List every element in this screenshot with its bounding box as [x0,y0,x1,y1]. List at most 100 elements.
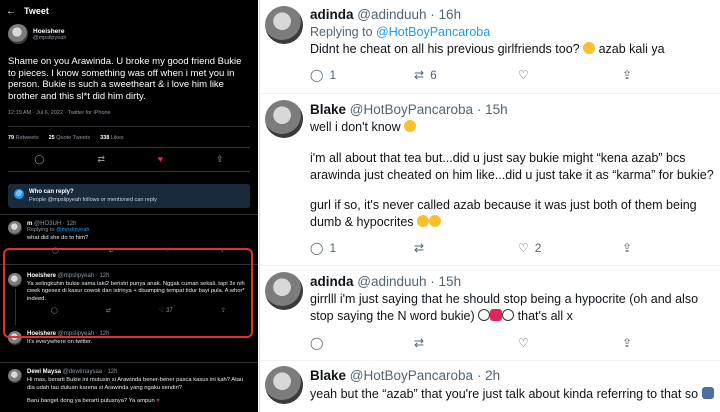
avatar[interactable] [8,272,22,287]
grimace-emoji-icon [404,120,417,132]
reply-icon[interactable]: ◯ [51,307,58,314]
main-tweet-author: Hoeishere @mpslipyeah [8,24,250,44]
likes-stat[interactable]: 338 Likes [100,135,124,141]
reply-name: Hoeishere [27,330,57,337]
emoji-icon [583,42,596,54]
like-action[interactable]: ♡ [518,68,622,82]
tweet-text-2: i'm all about that tea but...did u just … [310,151,714,182]
reply-handle: @mpslipyeah · 12h [57,272,110,279]
heart-icon[interactable]: ♡ [164,247,169,254]
likes-count[interactable]: ♡ 37 [159,307,173,314]
avatar[interactable] [8,221,22,235]
retweet-icon: ⇄ [414,241,425,255]
who-can-reply-subtitle: People @mpslipyeah follows or mentioned … [29,197,157,203]
retweet-icon: ⇄ [414,336,425,350]
eye-emoji-icon [502,309,515,321]
share-action[interactable]: ⇪ [622,68,720,82]
share-icon[interactable]: ⇪ [216,154,224,165]
reply-handle: @dewimaysaa · 12h [62,369,118,375]
like-action[interactable]: ♡ [518,336,622,350]
share-action[interactable]: ⇪ [622,241,720,255]
reply-text: It's everywhere on twitter. [27,338,93,345]
reply-action[interactable]: ◯ 1 [310,68,414,82]
replying-to: Replying to @HotBoyPancaroba [310,25,491,39]
reply-icon: ◯ [310,241,324,255]
replying-to: Replying to @mpslipyeah [27,227,90,233]
quotes-stat[interactable]: 25 Quote Tweets [49,135,91,141]
eye-emoji-icon [478,309,491,321]
reply-handle: @mpslipyeah · 12h [57,330,110,337]
left-dark-screenshot: ← Tweet Hoeishere @mpslipyeah Shame on y… [0,0,258,412]
reply-tweet[interactable]: m @HO3UH · 12h Replying to @mpslipyeah w… [0,215,258,258]
like-action[interactable]: ♡ 2 [518,241,622,255]
share-icon[interactable]: ⇪ [221,307,226,314]
lips-emoji-icon [490,309,503,321]
speechless-emoji-icon [429,215,442,227]
retweet-icon[interactable]: ⇄ [97,154,105,165]
tweet-meta: 12:19 AM · Jul 6, 2022 · Twitter for iPh… [8,110,111,116]
avatar[interactable] [265,366,303,404]
reply-tweet[interactable]: Hoeishere @mpslipyeah · 12h Ya selingkuh… [0,265,258,329]
tweet-actions: ◯ 1 ⇄ 6 ♡ ⇪ [310,68,720,82]
facepalm-emoji-icon [701,387,714,399]
share-icon: ⇪ [622,336,633,350]
avatar[interactable] [265,272,303,310]
author-name: Blake [310,102,347,117]
heart-icon[interactable]: ♥ [158,154,163,165]
tweet-text-1: well i don't know [310,120,401,134]
retweet-action[interactable]: ⇄ [414,336,518,350]
author-handle: @adinduuh [357,7,427,22]
reply-icon[interactable]: ◯ [34,154,44,165]
author-handle[interactable]: @mpslipyeah [33,35,66,41]
tweet-actions: ◯ 1 ⇄ ♡ 2 ⇪ [310,241,720,255]
tweet-text-3: gurl if so, it's never called azab becau… [310,198,697,229]
retweet-icon[interactable]: ⇄ [109,247,114,254]
tweet-text-tail: that's all x [517,309,573,323]
share-icon: ⇪ [622,241,633,255]
retweet-action[interactable]: ⇄ 6 [414,68,518,82]
author-handle: @HotBoyPancaroba [349,102,474,117]
reply-name: Dewi Maysa [27,369,62,375]
share-action[interactable]: ⇪ [622,336,720,350]
share-icon[interactable]: ⇪ [220,247,225,254]
avatar[interactable] [265,100,303,138]
tweet-time: 15h [485,102,508,117]
retweet-action[interactable]: ⇄ [414,241,518,255]
tweet-time: 15h [438,274,462,289]
avatar[interactable] [8,369,22,383]
avatar[interactable] [8,24,28,44]
reply-tweet[interactable]: Dewi Maysa @dewimaysaa · 12h Hi mas, ber… [0,363,258,410]
who-can-reply-box: @ Who can reply? People @mpslipyeah foll… [8,184,250,208]
broken-heart-icon: ♥ [156,398,160,404]
reply-icon: ◯ [310,336,324,350]
reply-text: Hi mas, berarti Bukie ini mutusin si Ara… [27,377,244,391]
reply-action[interactable]: ◯ [310,336,414,350]
author-name[interactable]: Hoeishere [33,28,66,35]
author-handle: @HotBoyPancaroba [349,368,474,383]
who-can-reply-title: Who can reply? [29,189,74,195]
author-name: adinda [310,7,354,22]
reply-tweet[interactable]: Hoeishere @mpslipyeah · 12h It's everywh… [0,329,258,351]
speechless-emoji-icon [417,215,430,227]
retweet-icon[interactable]: ⇄ [106,307,111,314]
heart-icon: ♡ [518,68,529,82]
heart-icon: ♡ [518,241,529,255]
reply-icon: ◯ [310,68,324,82]
right-light-screenshot: adinda @adinduuh · 16h Replying to @HotB… [259,0,720,412]
avatar[interactable] [265,6,303,44]
back-arrow-icon[interactable]: ← [6,6,16,17]
retweets-stat[interactable]: 79 Retweets [8,135,39,141]
heart-icon: ♡ [518,336,529,350]
tweet-text: yeah but the “azab” that you're just tal… [310,387,699,401]
reply-icon[interactable]: ◯ [52,247,59,254]
tweet-time: 16h [438,7,462,22]
tweet-text-tail: azab kali ya [598,42,665,56]
header-title: Tweet [24,6,49,16]
author-name: adinda [310,274,354,289]
tweet-actions: ◯ ⇄ ♡ ⇪ [310,336,720,350]
avatar[interactable] [8,330,22,345]
reply-text: what did she do to him? [27,235,89,241]
main-tweet-text: Shame on you Arawinda. U broke my good f… [8,56,242,102]
reply-actions: ◯ ⇄ ♡ ⇪ [27,247,250,254]
reply-action[interactable]: ◯ 1 [310,241,414,255]
